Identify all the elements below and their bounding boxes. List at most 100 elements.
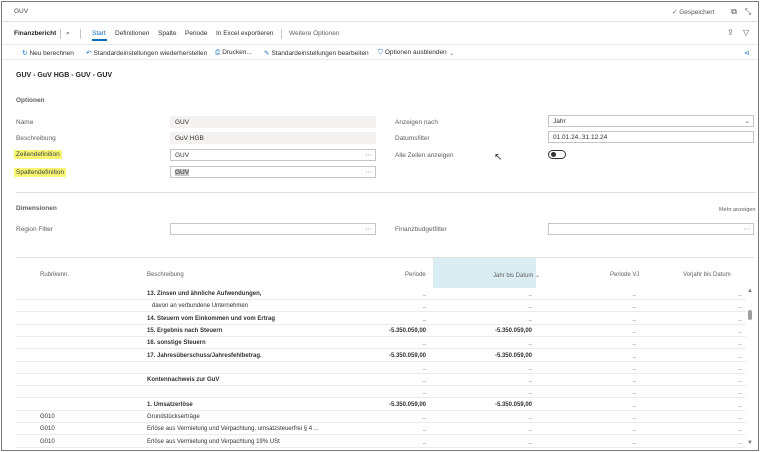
table-row[interactable]: G010 Grundstückserträge _ _ _ _ <box>16 411 746 423</box>
lookup-icon[interactable]: ⋯ <box>366 151 373 159</box>
cell-ytd-prev: _ <box>738 414 742 420</box>
saved-status: ✓ Gespeichert <box>672 9 715 16</box>
cell-description: Grundstückserträge <box>147 414 200 420</box>
dimensions-heading[interactable]: Dimensionen <box>16 205 57 212</box>
cell-period-prev: _ <box>632 327 636 334</box>
cell-ytd-prev: _ <box>738 401 742 408</box>
chevron-down-icon[interactable]: ⌄ <box>449 49 454 57</box>
show-by-select[interactable]: Jahr ⌄ <box>548 115 754 127</box>
scroll-down-icon[interactable]: ▼ <box>747 440 753 446</box>
cell-period: _ <box>422 426 426 433</box>
filter-icon: ⛉ <box>378 49 383 56</box>
cell-period-prev: _ <box>632 340 636 347</box>
grid-scrollbar[interactable]: ▲ ▼ <box>746 288 754 446</box>
report-grid: Rubrikenn. Beschreibung Periode Jahr bis… <box>16 257 754 448</box>
search-icon[interactable]: ⌕ <box>66 30 70 38</box>
recalculate-button[interactable]: ↻ Neu berechnen <box>22 49 74 57</box>
column-header-ytd-prev[interactable]: Vorjahr bis Datum <box>683 272 731 278</box>
cell-period-prev: _ <box>632 377 636 384</box>
cell-description: 16. sonstige Steuern <box>147 340 206 347</box>
budget-filter-field[interactable]: ⋯ <box>548 223 754 235</box>
title-bar: GUV ✓ Gespeichert ⧉ ⤡ <box>2 2 758 22</box>
show-more-link[interactable]: Mehr anzeigen <box>719 207 755 213</box>
hide-options-button[interactable]: ⛉ Optionen ausblenden <box>378 49 447 57</box>
cell-period: _ <box>422 291 426 297</box>
table-row[interactable]: 16. sonstige Steuern _ _ _ _ <box>16 337 746 350</box>
show-by-label: Anzeigen nach <box>395 119 439 126</box>
open-in-new-window-icon[interactable]: ⧉ <box>729 7 739 17</box>
column-definition-field[interactable]: GUV ⋯ <box>170 166 376 178</box>
cell-period-prev: _ <box>632 426 636 433</box>
cell-ytd: _ <box>528 315 532 322</box>
printer-icon: ⎙ <box>215 49 221 56</box>
edit-defaults-button[interactable]: ✎ Standardeinstellungen bearbeiten <box>264 49 369 57</box>
toggle-knob <box>551 152 556 157</box>
tab-column[interactable]: Spalte <box>158 30 176 37</box>
name-label: Name <box>16 119 34 126</box>
options-heading[interactable]: Optionen <box>16 97 45 104</box>
cell-period-prev: _ <box>632 352 636 359</box>
column-header-description[interactable]: Beschreibung <box>147 272 184 278</box>
action-nav: Finanzbericht ⌕ Start Definitionen Spalt… <box>2 26 758 42</box>
scroll-thumb[interactable] <box>748 310 752 320</box>
cell-ytd: _ <box>528 340 532 347</box>
scroll-up-icon[interactable]: ▲ <box>747 288 753 294</box>
column-header-period-prev[interactable]: Periode VJ <box>610 272 639 278</box>
lookup-icon[interactable]: ⋯ <box>366 225 373 233</box>
cell-ytd: _ <box>528 377 532 384</box>
collapse-icon[interactable]: ⤡ <box>743 7 753 17</box>
cell-description: Erlöse aus Vermietung und Verpachtung 19… <box>147 438 280 445</box>
cell-ytd: -5.350.059,00 <box>494 327 532 334</box>
date-filter-input[interactable]: 01.01.24..31.12.24 <box>548 131 754 143</box>
cell-period: _ <box>422 389 426 396</box>
budget-filter-label: Finanzbudgetfilter <box>395 226 447 233</box>
refresh-icon: ↻ <box>22 50 28 57</box>
restore-defaults-button[interactable]: ↶ Standardeinstellungen wiederherstellen <box>86 49 207 57</box>
table-row[interactable]: Kontennachweis zur GuV _ _ _ _ <box>16 374 746 387</box>
cell-period: _ <box>422 315 426 322</box>
row-definition-field[interactable]: GUV ⋯ <box>170 149 376 161</box>
cell-ytd: -5.350.059,00 <box>494 401 532 408</box>
window-title: GUV <box>14 8 29 15</box>
column-header-period[interactable]: Periode <box>405 272 426 278</box>
nav-divider <box>80 29 81 39</box>
tab-export-excel[interactable]: In Excel exportieren <box>216 30 273 37</box>
table-row[interactable]: davon an verbundene Unternehmen _ _ _ _ <box>16 300 746 313</box>
filter-icon[interactable]: ▽ <box>743 28 749 37</box>
table-row[interactable]: 14. Steuern vom Einkommen und vom Ertrag… <box>16 313 746 325</box>
tab-start[interactable]: Start <box>92 30 106 37</box>
undo-icon: ↶ <box>86 50 92 57</box>
more-options[interactable]: Weitere Optionen <box>289 30 339 37</box>
show-all-rows-toggle[interactable] <box>548 150 566 159</box>
column-header-ytd[interactable]: Jahr bis Datum ⌄ <box>493 272 540 279</box>
pin-icon[interactable]: ⊲ <box>744 49 749 57</box>
region-filter-field[interactable]: ⋯ <box>170 223 376 235</box>
cell-period: _ <box>422 303 426 310</box>
lookup-icon[interactable]: ⋯ <box>366 168 373 176</box>
app-window: GUV ✓ Gespeichert ⧉ ⤡ Finanzbericht ⌕ St… <box>1 1 759 451</box>
cell-period-prev: _ <box>632 315 636 322</box>
table-row[interactable]: 13. Zinsen und ähnliche Aufwendungen, _ _ _… <box>16 288 746 300</box>
table-row[interactable]: 1. Umsatzerlöse -5.350.059,00 -5.350.059,0… <box>16 399 746 411</box>
share-icon[interactable]: ⇪ <box>727 28 734 37</box>
table-row[interactable]: G010 Erlöse aus Vermietung und Verpachtun… <box>16 423 746 436</box>
tab-period[interactable]: Periode <box>185 30 207 37</box>
cell-ytd-prev: _ <box>738 303 742 310</box>
lookup-icon[interactable]: ⋯ <box>744 225 751 233</box>
cell-description: 13. Zinsen und ähnliche Aufwendungen, <box>147 291 262 297</box>
cell-period-prev: _ <box>632 414 636 420</box>
column-header-code[interactable]: Rubrikenn. <box>40 272 69 278</box>
cell-ytd: _ <box>528 364 532 371</box>
table-row[interactable]: 15. Ergebnis nach Steuern -5.350.059,00 -5… <box>16 325 746 337</box>
print-button[interactable]: ⎙ Drucken... <box>215 49 252 57</box>
table-row[interactable]: _ _ _ _ <box>16 362 746 374</box>
cell-ytd-prev: _ <box>738 291 742 297</box>
table-row[interactable]: 17. Jahresüberschuss/Jahresfehlbetrag. -5… <box>16 350 746 362</box>
cell-period-prev: _ <box>632 291 636 297</box>
table-row[interactable]: G010 Erlöse aus Vermietung und Verpachtun… <box>16 436 746 448</box>
nav-divider <box>281 29 282 39</box>
cell-description: 15. Ergebnis nach Steuern <box>147 327 223 334</box>
cell-period: -5.350.059,00 <box>388 352 426 359</box>
tab-definitions[interactable]: Definitionen <box>115 30 149 37</box>
table-row[interactable]: _ _ _ _ <box>16 386 746 399</box>
